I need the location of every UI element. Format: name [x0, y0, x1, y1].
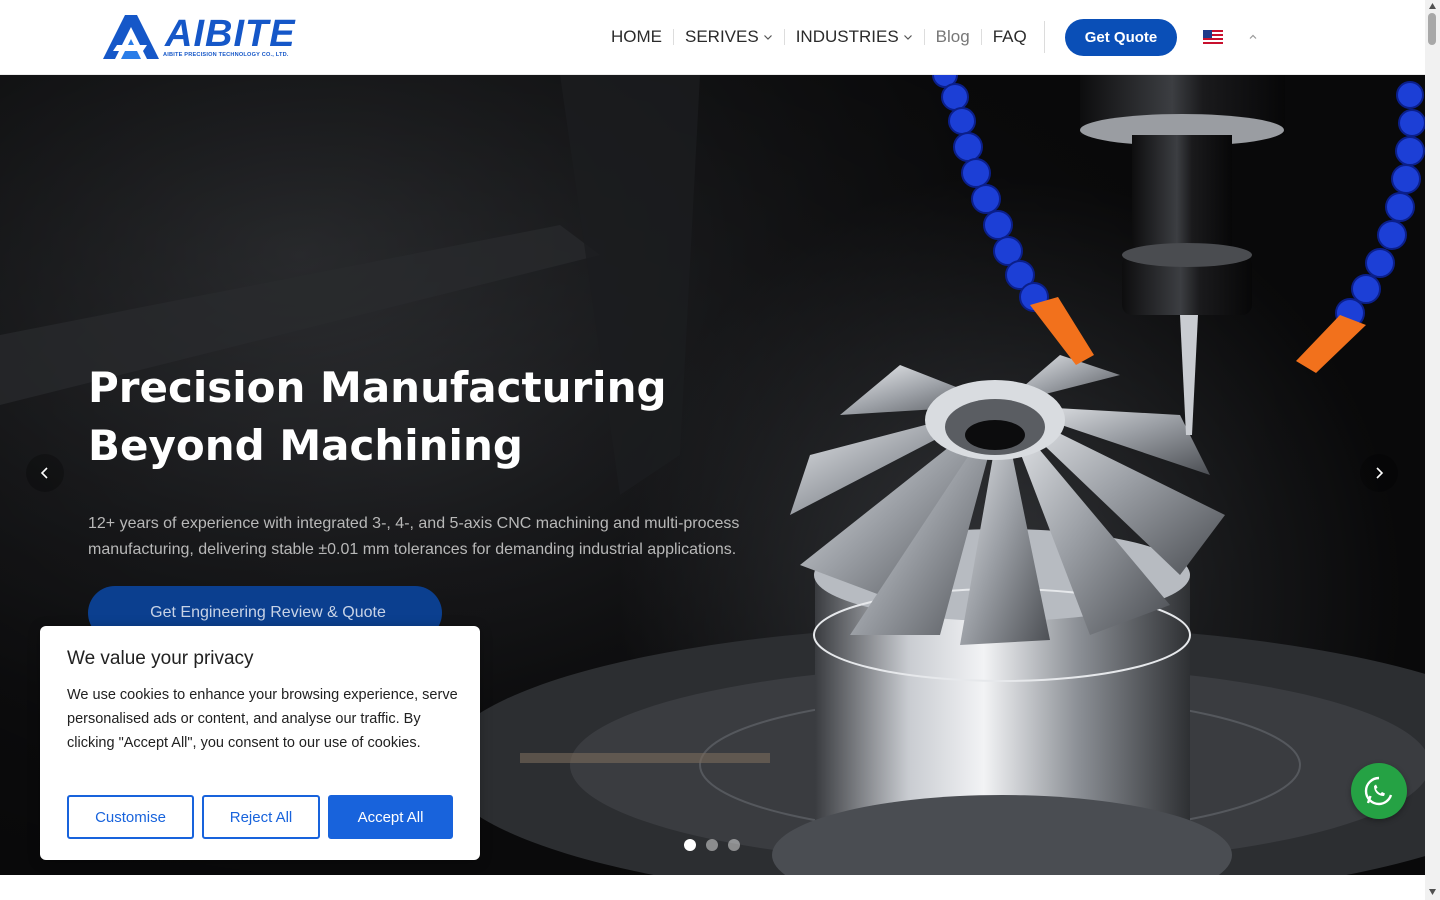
chevron-left-icon: [40, 467, 48, 479]
nav-item-services[interactable]: SERIVES: [674, 24, 784, 50]
nav-item-home[interactable]: HOME: [600, 24, 673, 50]
page-scrollbar[interactable]: [1425, 0, 1440, 900]
scroll-down-icon[interactable]: [1428, 888, 1437, 896]
nav-item-industries[interactable]: INDUSTRIES: [785, 24, 924, 50]
chevron-down-icon: [763, 35, 772, 40]
logo-wordmark: AIBITE: [165, 13, 296, 55]
nav-item-label: FAQ: [992, 27, 1027, 46]
nav-item-blog[interactable]: Blog: [925, 24, 981, 50]
nav-item-faq[interactable]: FAQ: [982, 24, 1038, 50]
cta-label: Get Engineering Review & Quote: [150, 604, 386, 621]
slider-dot-3[interactable]: [728, 839, 740, 851]
whatsapp-icon: [1364, 776, 1393, 806]
chevron-down-icon: [903, 35, 912, 40]
reject-all-button[interactable]: Reject All: [202, 795, 320, 839]
scrollbar-thumb[interactable]: [1428, 13, 1436, 45]
customise-button[interactable]: Customise: [67, 795, 194, 839]
whatsapp-button[interactable]: [1351, 763, 1407, 819]
slider-dots: [684, 839, 740, 851]
cookie-description: We use cookies to enhance your browsing …: [67, 687, 458, 751]
slider-dot-1[interactable]: [684, 839, 696, 851]
cookie-consent-banner: We value your privacy We use cookies to …: [40, 626, 480, 860]
site-header: AIBITE AIBITE PRECISION TECHNOLOGY CO., …: [0, 0, 1425, 75]
nav-item-label: INDUSTRIES: [795, 27, 899, 46]
nav-item-label: HOME: [611, 27, 662, 46]
nav-item-label: SERIVES: [685, 27, 759, 46]
hero-title-line-2: Beyond Machining: [88, 421, 523, 470]
cookie-title: We value your privacy: [67, 648, 254, 669]
get-quote-button[interactable]: Get Quote: [1065, 19, 1177, 56]
hero-title-line-1: Precision Manufacturing: [88, 363, 667, 412]
chevron-up-icon[interactable]: [1247, 31, 1259, 43]
nav-item-label: Blog: [935, 27, 970, 46]
accept-all-button[interactable]: Accept All: [328, 795, 453, 839]
slider-dot-2[interactable]: [706, 839, 718, 851]
slider-prev-button[interactable]: [26, 454, 64, 492]
us-flag-icon[interactable]: [1203, 30, 1223, 44]
scroll-up-icon[interactable]: [1428, 2, 1437, 10]
brand-logo[interactable]: AIBITE AIBITE PRECISION TECHNOLOGY CO., …: [103, 13, 295, 61]
chevron-right-icon: [1376, 467, 1384, 479]
logo-subtitle: AIBITE PRECISION TECHNOLOGY CO., LTD.: [163, 52, 289, 58]
hero-subtitle: 12+ years of experience with integrated …: [88, 515, 740, 558]
slider-next-button[interactable]: [1360, 454, 1398, 492]
main-nav: HOME SERIVES INDUSTRIES Blog FAQ: [600, 24, 1038, 50]
nav-divider: [1044, 21, 1045, 53]
hero-title: Precision Manufacturing Beyond Machining: [88, 359, 728, 475]
logo-mark-icon: [103, 15, 159, 59]
